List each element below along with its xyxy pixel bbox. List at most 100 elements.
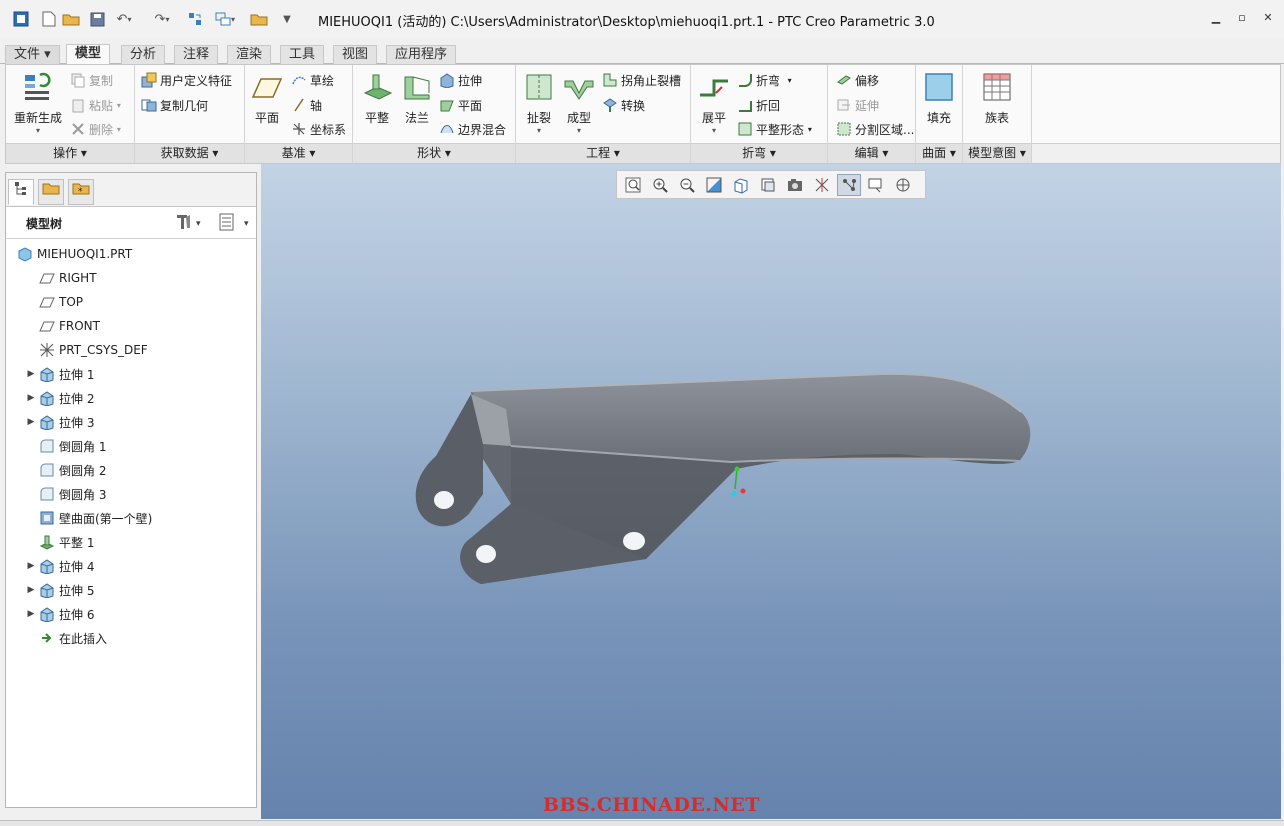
tree-settings-icon[interactable]: ▾ bbox=[174, 213, 204, 234]
convert-button[interactable]: 转换 bbox=[602, 96, 645, 114]
extrude-button[interactable]: 拉伸 bbox=[439, 71, 482, 89]
expand-arrow-icon[interactable]: ▶ bbox=[24, 417, 38, 427]
tree-item-front[interactable]: FRONT bbox=[6, 315, 256, 337]
rip-button[interactable]: 扯裂 ▾ bbox=[520, 71, 558, 135]
offset-button[interactable]: 偏移 bbox=[836, 71, 879, 89]
regenerate-button[interactable]: 重新生成 ▾ bbox=[10, 71, 66, 135]
tab-tools[interactable]: 工具 bbox=[280, 45, 325, 65]
bend-icon bbox=[737, 72, 753, 88]
group-get-data-label[interactable]: 获取数据 ▾ bbox=[135, 143, 244, 163]
tab-render[interactable]: 渲染 bbox=[227, 45, 272, 65]
tree-item-extrude-1[interactable]: ▶ 拉伸 1 bbox=[6, 363, 256, 385]
part-model[interactable] bbox=[261, 164, 1281, 819]
datum-plane-icon bbox=[251, 71, 283, 103]
expand-arrow-icon[interactable]: ▶ bbox=[24, 561, 38, 571]
folder-icon[interactable] bbox=[250, 10, 268, 28]
tree-item-top[interactable]: TOP bbox=[6, 291, 256, 313]
folder-browser-tab-icon[interactable] bbox=[38, 179, 64, 205]
group-shape-label[interactable]: 形状 ▾ bbox=[353, 143, 515, 163]
windows-icon[interactable]: ▾ bbox=[210, 10, 240, 28]
tree-item-part[interactable]: MIEHUOQI1.PRT bbox=[6, 243, 256, 265]
tab-analysis[interactable]: 分析 bbox=[121, 45, 166, 65]
tree-item-round-2[interactable]: 倒圆角 2 bbox=[6, 459, 256, 481]
graphics-area[interactable]: BBS.CHINADE.NET bbox=[261, 164, 1281, 819]
expand-arrow-icon[interactable]: ▶ bbox=[24, 585, 38, 595]
svg-text:▾: ▾ bbox=[196, 219, 201, 229]
expand-arrow-icon[interactable]: ▶ bbox=[24, 369, 38, 379]
tree-item-csys[interactable]: PRT_CSYS_DEF bbox=[6, 339, 256, 361]
flat-pattern-button[interactable]: 平整形态 ▾ bbox=[737, 120, 812, 138]
paste-button[interactable]: 粘贴 ▾ bbox=[70, 96, 121, 114]
redo-icon[interactable]: ↷ ▾ bbox=[148, 10, 176, 28]
group-model-intent-label[interactable]: 模型意图 ▾ bbox=[963, 143, 1031, 163]
part-icon bbox=[16, 246, 34, 262]
save-icon[interactable] bbox=[88, 10, 106, 28]
window-title: MIEHUOQI1 (活动的) C:\Users\Administrator\D… bbox=[318, 15, 935, 30]
extend-button[interactable]: 延伸 bbox=[836, 96, 879, 114]
customize-toolbar-icon[interactable]: ▼ bbox=[278, 10, 296, 28]
form-button[interactable]: 成型 ▾ bbox=[560, 71, 598, 135]
tab-view[interactable]: 视图 bbox=[333, 45, 378, 65]
favorites-tab-icon[interactable]: * bbox=[68, 179, 94, 205]
ribbon: 重新生成 ▾ 复制 粘贴 ▾ 删除 ▾ 操作 ▾ 用户定义特征 复制几何 获取数… bbox=[5, 64, 1281, 164]
group-edit-label[interactable]: 编辑 ▾ bbox=[828, 143, 915, 163]
group-operations-label[interactable]: 操作 ▾ bbox=[6, 143, 134, 163]
regenerate-small-icon[interactable] bbox=[186, 10, 204, 28]
udf-button[interactable]: 用户定义特征 bbox=[141, 71, 232, 89]
tab-applications[interactable]: 应用程序 bbox=[386, 45, 457, 65]
new-file-icon[interactable] bbox=[40, 10, 58, 28]
expand-arrow-icon[interactable]: ▶ bbox=[24, 393, 38, 403]
open-folder-icon[interactable] bbox=[62, 10, 80, 28]
undo-icon[interactable]: ↶ ▾ bbox=[110, 10, 138, 28]
tree-item-round-3[interactable]: 倒圆角 3 bbox=[6, 483, 256, 505]
sketch-button[interactable]: 草绘 bbox=[291, 71, 334, 89]
tree-item-extrude-3[interactable]: ▶ 拉伸 3 bbox=[6, 411, 256, 433]
group-datum-label[interactable]: 基准 ▾ bbox=[245, 143, 352, 163]
datum-plane-button[interactable]: 平面 bbox=[249, 71, 285, 126]
tree-item-extrude-6[interactable]: ▶ 拉伸 6 bbox=[6, 603, 256, 625]
flat-wall-button[interactable]: 平整 bbox=[357, 71, 397, 126]
corner-relief-button[interactable]: 拐角止裂槽 bbox=[602, 71, 681, 89]
fill-icon bbox=[923, 71, 955, 103]
app-icon[interactable] bbox=[12, 10, 30, 28]
close-icon[interactable]: ✕ bbox=[1260, 10, 1276, 26]
tab-file[interactable]: 文件 ▾ bbox=[5, 45, 60, 65]
group-surface-label[interactable]: 曲面 ▾ bbox=[916, 143, 962, 163]
axis-button[interactable]: 轴 bbox=[291, 96, 322, 114]
tree-item-round-1[interactable]: 倒圆角 1 bbox=[6, 435, 256, 457]
group-bend-label[interactable]: 折弯 ▾ bbox=[691, 143, 827, 163]
fill-button[interactable]: 填充 bbox=[921, 71, 957, 126]
split-area-button[interactable]: 分割区域... bbox=[836, 120, 914, 138]
copy-button[interactable]: 复制 bbox=[70, 71, 113, 89]
model-tree-tab-icon[interactable] bbox=[8, 179, 34, 205]
tree-item-flat-1[interactable]: 平整 1 bbox=[6, 531, 256, 553]
extrude-icon bbox=[38, 558, 56, 574]
csys-button[interactable]: 坐标系 bbox=[291, 120, 346, 138]
group-engineering-label[interactable]: 工程 ▾ bbox=[516, 143, 690, 163]
round-icon bbox=[38, 462, 56, 478]
maximize-icon[interactable]: ▫ bbox=[1234, 10, 1250, 26]
boundary-blend-button[interactable]: 边界混合 bbox=[439, 120, 506, 138]
family-table-button[interactable]: 族表 bbox=[977, 71, 1017, 126]
tree-item-right[interactable]: RIGHT bbox=[6, 267, 256, 289]
tree-item-extrude-5[interactable]: ▶ 拉伸 5 bbox=[6, 579, 256, 601]
tree-item-extrude-4[interactable]: ▶ 拉伸 4 bbox=[6, 555, 256, 577]
bend-back-button[interactable]: 折回 bbox=[737, 96, 780, 114]
expand-arrow-icon[interactable]: ▶ bbox=[24, 609, 38, 619]
flange-button[interactable]: 法兰 bbox=[397, 71, 437, 126]
bend-button[interactable]: 折弯 ▾ bbox=[737, 71, 792, 89]
tree-item-wall-surface[interactable]: 壁曲面(第一个壁) bbox=[6, 507, 256, 529]
tree-show-icon[interactable]: ▾ bbox=[218, 213, 252, 234]
tree-item-insert-here[interactable]: 在此插入 bbox=[6, 627, 256, 649]
copy-geometry-button[interactable]: 复制几何 bbox=[141, 96, 208, 114]
tree-item-extrude-2[interactable]: ▶ 拉伸 2 bbox=[6, 387, 256, 409]
tab-annotate[interactable]: 注释 bbox=[174, 45, 219, 65]
minimize-icon[interactable]: ▁ bbox=[1208, 10, 1224, 26]
paste-icon bbox=[70, 97, 86, 113]
planar-button[interactable]: 平面 bbox=[439, 96, 482, 114]
tab-model[interactable]: 模型 bbox=[66, 44, 111, 65]
group-shape: 平整 法兰 拉伸 平面 边界混合 形状 ▾ bbox=[353, 65, 516, 163]
svg-text:*: * bbox=[78, 187, 83, 196]
unbend-button[interactable]: 展平 ▾ bbox=[695, 71, 733, 135]
delete-button[interactable]: 删除 ▾ bbox=[70, 120, 121, 138]
